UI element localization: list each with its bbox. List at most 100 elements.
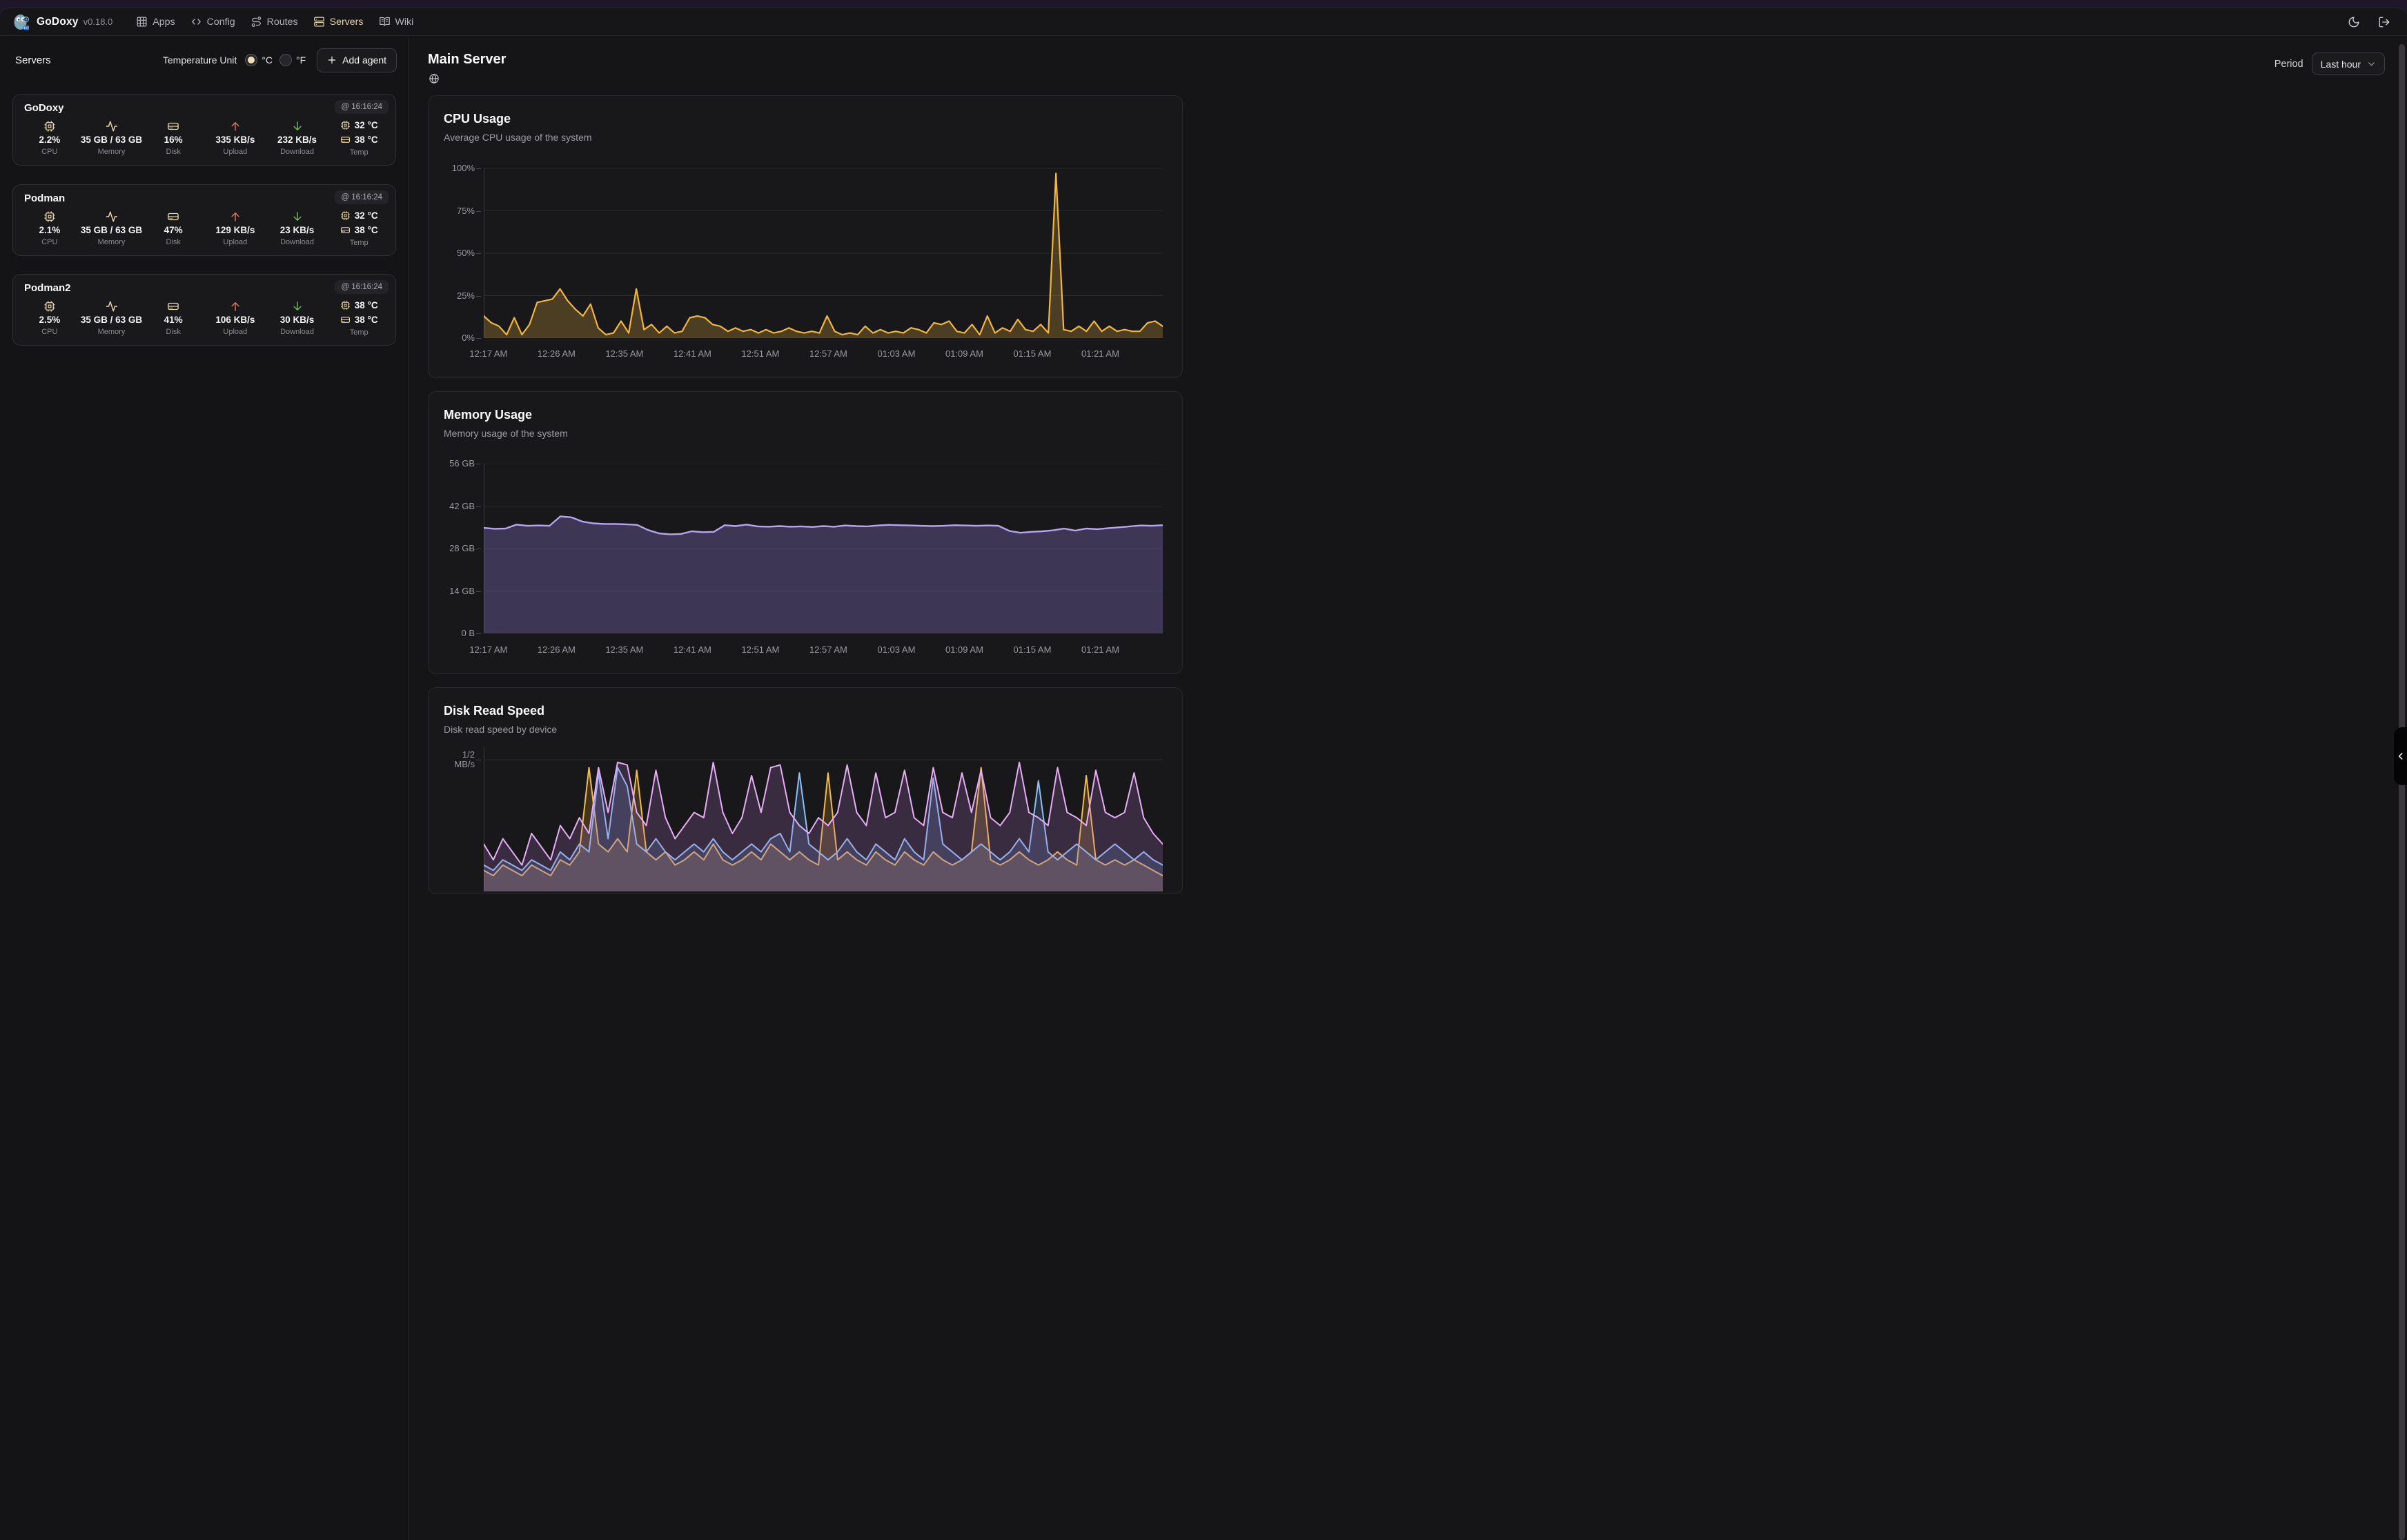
server-name: GoDoxy bbox=[24, 102, 64, 114]
stat-value: 35 GB / 63 GB bbox=[81, 224, 142, 236]
stat-upload: 129 KB/s Upload bbox=[204, 209, 266, 250]
nav-item-config[interactable]: Config bbox=[190, 16, 235, 28]
moon-icon bbox=[2348, 16, 2360, 28]
theme-toggle-button[interactable] bbox=[2348, 16, 2360, 28]
stat-disk: 16% Disk bbox=[142, 119, 204, 160]
stat-label: Memory bbox=[98, 148, 126, 156]
server-name: Podman2 bbox=[24, 282, 71, 294]
panel-collapse-handle[interactable] bbox=[2394, 727, 2407, 785]
sidebar-title: Servers bbox=[15, 55, 51, 66]
server-card-godoxy[interactable]: GoDoxy @ 16:16:24 2.2% CPU 35 GB / 63 GB… bbox=[12, 94, 396, 166]
y-axis-labels: 56 GB42 GB28 GB14 GB0 B bbox=[429, 464, 480, 633]
hard-drive-icon bbox=[340, 225, 351, 235]
stat-download: 232 KB/s Download bbox=[266, 119, 328, 160]
activity-icon bbox=[106, 119, 118, 132]
stat-label: Download bbox=[280, 328, 314, 336]
disk-chart-plot[interactable] bbox=[484, 747, 1163, 891]
stat-label: Upload bbox=[223, 328, 247, 336]
book-icon bbox=[379, 16, 391, 28]
hard-drive-icon bbox=[167, 299, 179, 313]
vertical-scrollbar[interactable] bbox=[2399, 44, 2405, 1540]
x-tick-label: 12:35 AM bbox=[605, 644, 643, 655]
stat-cpu: 2.2% CPU bbox=[19, 119, 81, 160]
x-tick-label: 01:09 AM bbox=[945, 644, 983, 655]
temperature-unit-label: Temperature Unit bbox=[163, 55, 237, 66]
disk-temp-row: 38 °C bbox=[340, 313, 378, 326]
top-nav: GoDoxy v0.18.0 Apps Config Routes Server… bbox=[0, 8, 2407, 36]
stat-download: 30 KB/s Download bbox=[266, 299, 328, 340]
activity-icon bbox=[106, 299, 118, 313]
cpu-usage-card: CPU Usage Average CPU usage of the syste… bbox=[428, 95, 1183, 378]
arrow-up-icon bbox=[229, 299, 242, 313]
stat-label: Disk bbox=[166, 238, 180, 246]
add-agent-button[interactable]: Add agent bbox=[317, 48, 397, 72]
x-tick-label: 01:09 AM bbox=[945, 348, 983, 359]
hard-drive-icon bbox=[340, 135, 351, 145]
nav-actions bbox=[2348, 16, 2390, 28]
stat-memory: 35 GB / 63 GB Memory bbox=[81, 209, 143, 250]
arrow-up-icon bbox=[229, 209, 242, 223]
stat-label: Temp bbox=[350, 148, 369, 157]
logout-button[interactable] bbox=[2378, 16, 2390, 28]
nav-item-label: Servers bbox=[330, 17, 364, 28]
stat-cpu: 2.5% CPU bbox=[19, 299, 81, 340]
period-value: Last hour bbox=[2321, 59, 2361, 70]
radio-fahrenheit-control[interactable] bbox=[279, 54, 292, 66]
chart-subtitle: Memory usage of the system bbox=[444, 428, 568, 439]
code-icon bbox=[190, 16, 202, 28]
chart-subtitle: Disk read speed by device bbox=[444, 724, 557, 735]
server-name: Podman bbox=[24, 192, 65, 204]
page-title: Main Server bbox=[428, 52, 506, 68]
stat-value: 2.2% bbox=[39, 134, 60, 146]
stat-label: Disk bbox=[166, 148, 180, 156]
stat-temp: 32 °C 38 °C Temp bbox=[328, 209, 390, 250]
stat-value: 16% bbox=[164, 134, 183, 146]
x-tick-label: 12:26 AM bbox=[538, 644, 576, 655]
stat-value: 129 KB/s bbox=[215, 224, 255, 236]
stat-value: 35 GB / 63 GB bbox=[81, 134, 142, 146]
arrow-down-icon bbox=[291, 299, 304, 313]
x-tick-label: 12:51 AM bbox=[741, 348, 779, 359]
nav-item-routes[interactable]: Routes bbox=[250, 16, 298, 28]
disk-temp-row: 38 °C bbox=[340, 224, 378, 236]
stat-cpu: 2.1% CPU bbox=[19, 209, 81, 250]
activity-icon bbox=[106, 209, 118, 223]
radio-celsius[interactable]: °C bbox=[245, 54, 273, 66]
radio-celsius-control[interactable] bbox=[245, 54, 257, 66]
x-tick-label: 01:15 AM bbox=[1013, 348, 1051, 359]
stat-label: Memory bbox=[98, 328, 126, 336]
memory-usage-card: Memory Usage Memory usage of the system … bbox=[428, 391, 1183, 674]
period-select[interactable]: Last hour bbox=[2312, 52, 2385, 75]
stat-value: 106 KB/s bbox=[215, 314, 255, 326]
y-tick-label: 14 GB bbox=[449, 586, 475, 596]
radio-fahrenheit[interactable]: °F bbox=[279, 54, 306, 66]
period-label: Period bbox=[2275, 59, 2303, 70]
x-tick-label: 01:03 AM bbox=[877, 644, 915, 655]
nav-item-wiki[interactable]: Wiki bbox=[379, 16, 414, 28]
nav-item-label: Routes bbox=[267, 17, 298, 28]
server-icon bbox=[313, 16, 325, 28]
server-card-podman2[interactable]: Podman2 @ 16:16:24 2.5% CPU 35 GB / 63 G… bbox=[12, 274, 396, 346]
stat-value: 2.5% bbox=[39, 314, 60, 326]
stat-label: Temp bbox=[350, 328, 369, 337]
memory-chart-plot[interactable] bbox=[484, 464, 1163, 633]
nav-items: Apps Config Routes Servers Wiki bbox=[136, 16, 413, 28]
x-tick-label: 12:41 AM bbox=[674, 348, 711, 359]
radio-celsius-label: °C bbox=[262, 55, 273, 66]
nav-item-apps[interactable]: Apps bbox=[136, 16, 175, 28]
stat-temp: 32 °C 38 °C Temp bbox=[328, 119, 390, 160]
stat-value: 41% bbox=[164, 314, 183, 326]
disk-temp-row: 38 °C bbox=[340, 133, 378, 146]
chevron-down-icon bbox=[2367, 59, 2376, 68]
y-tick-label: 100% bbox=[452, 164, 475, 173]
chevron-left-icon bbox=[2396, 751, 2406, 761]
nav-item-label: Wiki bbox=[395, 17, 414, 28]
server-card-podman[interactable]: Podman @ 16:16:24 2.1% CPU 35 GB / 63 GB… bbox=[12, 184, 396, 256]
nav-item-servers[interactable]: Servers bbox=[313, 16, 364, 28]
y-tick-label: 25% bbox=[457, 291, 475, 301]
cpu-chart-plot[interactable] bbox=[484, 168, 1163, 338]
godoxy-logo-icon bbox=[12, 13, 30, 31]
x-tick-label: 12:17 AM bbox=[469, 348, 507, 359]
y-axis-labels: 100%75%50%25%0% bbox=[429, 168, 480, 338]
stat-label: Memory bbox=[98, 238, 126, 246]
